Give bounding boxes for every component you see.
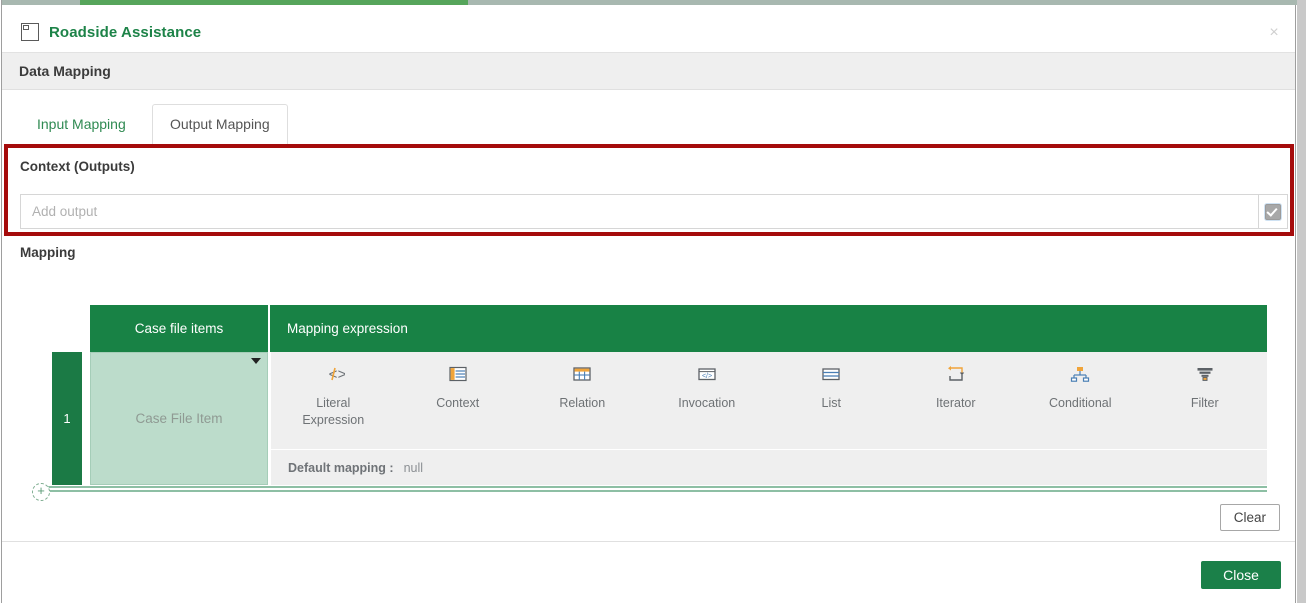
iterator-loop-icon: [945, 361, 967, 387]
expression-option-iterator[interactable]: Iterator: [894, 361, 1019, 412]
expression-option-conditional[interactable]: Conditional: [1018, 361, 1143, 412]
expression-option-label: Literal Expression: [302, 396, 365, 427]
row-number: 1: [52, 352, 82, 485]
context-outputs-heading: Context (Outputs): [20, 159, 135, 174]
expression-option-label: Context: [436, 396, 480, 410]
grid-table-icon: [572, 361, 592, 387]
dialog-footer: Close: [2, 541, 1295, 602]
list-rows-icon: [821, 361, 841, 387]
mapping-table-header: Case file items Mapping expression: [90, 305, 1267, 352]
tab-output-mapping[interactable]: Output Mapping: [152, 104, 288, 145]
default-mapping-row: Default mapping : null: [271, 449, 1267, 485]
mapping-heading: Mapping: [20, 245, 76, 260]
caret-down-icon: [251, 358, 261, 364]
column-header-case-file-items: Case file items: [90, 305, 268, 352]
context-list-icon: [448, 361, 468, 387]
case-file-item-placeholder: Case File Item: [135, 411, 223, 426]
expression-type-options: < > LiteralExpression: [271, 352, 1267, 449]
expression-option-list[interactable]: List: [769, 361, 894, 412]
clear-button[interactable]: Clear: [1219, 504, 1280, 531]
add-output-confirm-button[interactable]: [1258, 194, 1288, 229]
code-brackets-icon: < >: [321, 361, 345, 387]
window-right-gutter: [1297, 0, 1306, 603]
mapping-tabs: Input Mapping Output Mapping: [2, 90, 1295, 145]
default-mapping-label: Default mapping :: [288, 460, 394, 475]
expression-option-label: Filter: [1190, 396, 1219, 410]
mapping-expression-cell: < > LiteralExpression: [269, 352, 1267, 485]
close-icon[interactable]: ×: [1261, 21, 1287, 45]
mapping-table: Case file items Mapping expression 1 Cas…: [2, 300, 1295, 501]
filter-funnel-icon: [1195, 361, 1215, 387]
data-mapping-dialog: Roadside Assistance × Data Mapping Input…: [1, 0, 1297, 603]
app-screen: Roadside Assistance × Data Mapping Input…: [0, 0, 1306, 603]
invocation-code-box-icon: </>: [697, 361, 717, 387]
checkbox-checked-icon: [1265, 203, 1281, 220]
expression-option-filter[interactable]: Filter: [1143, 361, 1268, 412]
column-header-mapping-expression: Mapping expression: [268, 305, 1267, 352]
expression-option-label: Conditional: [1048, 396, 1112, 410]
tab-input-mapping[interactable]: Input Mapping: [19, 104, 144, 145]
expression-option-label: Relation: [559, 396, 606, 410]
expression-option-label: Invocation: [678, 396, 736, 410]
data-mapping-heading: Data Mapping: [19, 63, 111, 79]
dialog-title: Roadside Assistance: [49, 24, 202, 41]
plus-circle-icon[interactable]: +: [32, 483, 50, 501]
case-file-icon: [20, 22, 40, 42]
table-bottom-rule: [48, 486, 1267, 492]
expression-option-invocation[interactable]: </> Invocation: [645, 361, 770, 412]
expression-option-context[interactable]: Context: [396, 361, 521, 412]
svg-text:</>: </>: [702, 373, 712, 380]
expression-option-relation[interactable]: Relation: [520, 361, 645, 412]
case-file-item-selector[interactable]: Case File Item: [90, 352, 268, 485]
add-output-field-group: [20, 194, 1288, 229]
dialog-subheader: Data Mapping: [2, 53, 1295, 90]
conditional-branch-icon: [1069, 361, 1091, 387]
default-mapping-value: null: [403, 460, 424, 475]
dialog-header: Roadside Assistance ×: [2, 5, 1295, 53]
expression-option-label: List: [821, 396, 841, 410]
expression-option-literal-expression[interactable]: < > LiteralExpression: [271, 361, 396, 429]
expression-option-label: Iterator: [935, 396, 976, 410]
close-button[interactable]: Close: [1201, 561, 1281, 589]
svg-text:>: >: [338, 366, 345, 383]
add-output-input[interactable]: [20, 194, 1258, 229]
